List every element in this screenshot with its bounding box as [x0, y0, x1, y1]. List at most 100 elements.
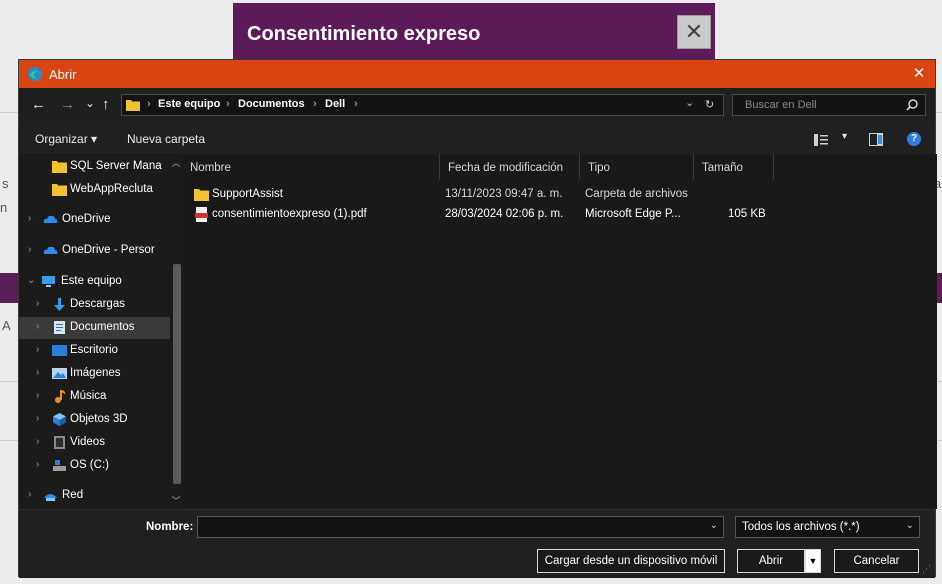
chevron-down-icon[interactable]: ⌄ [710, 520, 718, 531]
file-row-consentimiento-pdf[interactable]: consentimientoexpreso (1).pdf 28/03/2024… [182, 205, 937, 225]
3d-objects-icon [53, 413, 66, 426]
breadcrumb-separator: › [354, 98, 358, 110]
nav-item-label: Objetos 3D [70, 413, 128, 425]
expand-chevron-icon[interactable]: › [36, 436, 39, 447]
column-header-size[interactable]: Tamaño [694, 154, 774, 180]
search-icon[interactable] [905, 98, 919, 112]
computer-icon [42, 276, 55, 287]
breadcrumb-este-equipo[interactable]: Este equipo [158, 98, 220, 110]
file-type-filter[interactable]: Todos los archivos (*.*) ⌄ [735, 516, 920, 538]
dialog-titlebar[interactable]: Abrir ✕ [19, 60, 935, 88]
folder-icon [194, 189, 209, 201]
nav-item-label: Videos [70, 436, 105, 448]
close-icon: ✕ [684, 19, 704, 44]
forward-arrow-icon[interactable]: → [60, 97, 75, 113]
resize-grip-icon[interactable]: ⋰ [922, 564, 931, 575]
nav-item-escritorio[interactable]: › Escritorio [19, 340, 170, 362]
expand-chevron-icon[interactable]: › [28, 489, 31, 500]
scroll-down-icon[interactable]: ﹀ [170, 494, 182, 507]
file-size: 105 KB [728, 208, 766, 220]
scrollbar-thumb[interactable] [173, 264, 181, 484]
recent-locations-chevron-icon[interactable]: ⌄ [85, 95, 95, 111]
load-from-mobile-button[interactable]: Cargar desde un dispositivo móvil [537, 549, 725, 573]
expand-chevron-icon[interactable]: › [36, 298, 39, 309]
organize-menu-button[interactable]: Organizar ▾ [35, 132, 97, 146]
navigation-pane: SQL Server Mana WebAppRecluta › OneDrive… [19, 154, 170, 509]
new-folder-button[interactable]: Nueva carpeta [127, 132, 205, 146]
nav-item-label: Documentos [70, 321, 135, 333]
file-modified: 28/03/2024 02:06 p. m. [445, 208, 564, 220]
consent-header: Consentimiento expreso ✕ [233, 3, 715, 61]
filename-input[interactable]: ⌄ [197, 516, 724, 538]
pictures-icon [52, 368, 67, 379]
nav-item-label: WebAppRecluta [70, 183, 153, 195]
expand-chevron-icon[interactable]: › [36, 367, 39, 378]
nav-item-webapprecluta[interactable]: WebAppRecluta [19, 179, 170, 201]
nav-item-sql-server[interactable]: SQL Server Mana [19, 156, 170, 178]
collapse-chevron-icon[interactable]: ⌄ [27, 275, 35, 286]
filter-value: Todos los archivos (*.*) [742, 521, 860, 533]
nav-item-label: Este equipo [61, 275, 122, 287]
expand-chevron-icon[interactable]: › [36, 390, 39, 401]
network-icon [44, 494, 57, 501]
chevron-down-icon[interactable]: ⌄ [906, 520, 914, 531]
breadcrumb-separator: › [313, 98, 317, 110]
nav-item-label: Música [70, 390, 107, 402]
expand-chevron-icon[interactable]: › [36, 344, 39, 355]
consent-close-button[interactable]: ✕ [677, 15, 711, 49]
folder-icon [52, 161, 67, 173]
expand-chevron-icon[interactable]: › [36, 459, 39, 470]
expand-chevron-icon[interactable]: › [36, 321, 39, 332]
address-bar[interactable]: › Este equipo › Documentos › Dell › ⌄ ↻ [121, 94, 724, 116]
nav-item-objetos-3d[interactable]: › Objetos 3D [19, 409, 170, 431]
nav-item-imagenes[interactable]: › Imágenes [19, 363, 170, 385]
navigation-scrollbar[interactable]: ︿ ﹀ [170, 154, 182, 509]
help-icon[interactable]: ? [907, 132, 921, 146]
column-header-type[interactable]: Tipo [580, 154, 694, 180]
nav-item-documentos[interactable]: › Documentos [19, 317, 170, 339]
file-type: Microsoft Edge P... [585, 208, 681, 220]
nav-item-musica[interactable]: › Música [19, 386, 170, 408]
nav-item-red[interactable]: › Red [19, 485, 170, 507]
address-dropdown-icon[interactable]: ⌄ [685, 96, 694, 109]
back-arrow-icon[interactable]: ← [31, 97, 46, 113]
open-button[interactable]: Abrir [737, 549, 805, 573]
preview-pane-icon[interactable] [869, 133, 883, 146]
nav-item-descargas[interactable]: › Descargas [19, 294, 170, 316]
file-row-supportassist[interactable]: SupportAssist 13/11/2023 09:47 a. m. Car… [182, 185, 937, 205]
open-options-chevron-icon[interactable]: ▼ [805, 549, 821, 573]
file-name: consentimientoexpreso (1).pdf [212, 208, 367, 220]
nav-item-label: Descargas [70, 298, 125, 310]
search-box[interactable]: Buscar en Dell [732, 94, 926, 116]
cancel-button[interactable]: Cancelar [834, 549, 919, 573]
view-menu-chevron-icon[interactable]: ▾ [842, 131, 847, 142]
folder-icon [52, 184, 67, 196]
expand-chevron-icon[interactable]: › [28, 244, 31, 255]
breadcrumb-dell[interactable]: Dell [325, 98, 345, 110]
expand-chevron-icon[interactable]: › [36, 413, 39, 424]
nav-item-videos[interactable]: › Videos [19, 432, 170, 454]
file-modified: 13/11/2023 09:47 a. m. [445, 188, 563, 200]
dialog-footer: Nombre: ⌄ Todos los archivos (*.*) ⌄ Car… [19, 509, 935, 578]
drive-icon [53, 460, 66, 471]
nav-item-este-equipo[interactable]: ⌄ Este equipo [19, 271, 170, 293]
column-header-modified[interactable]: Fecha de modificación [440, 154, 580, 180]
consent-title: Consentimiento expreso [247, 23, 481, 45]
open-file-dialog: Abrir ✕ ← → ⌄ ↑ › Este equipo › Document… [18, 59, 937, 578]
nav-item-onedrive[interactable]: › OneDrive [19, 209, 170, 231]
background-text-fragment: s [2, 176, 9, 191]
view-options-icon[interactable] [814, 134, 828, 146]
up-arrow-icon[interactable]: ↑ [102, 97, 110, 113]
column-header-name[interactable]: Nombre [182, 154, 440, 180]
nav-item-label: SQL Server Mana [70, 160, 162, 172]
dialog-toolbar: Organizar ▾ Nueva carpeta ▾ ? [19, 124, 935, 154]
dialog-close-button[interactable]: ✕ [909, 64, 929, 84]
cloud-icon [43, 215, 58, 223]
nav-item-os-c[interactable]: › OS (C:) [19, 455, 170, 477]
refresh-icon[interactable]: ↻ [705, 98, 714, 111]
video-icon [54, 436, 65, 449]
scroll-up-icon[interactable]: ︿ [170, 156, 182, 169]
nav-item-onedrive-personal[interactable]: › OneDrive - Persor [19, 240, 170, 262]
breadcrumb-documentos[interactable]: Documentos [238, 98, 305, 110]
expand-chevron-icon[interactable]: › [28, 213, 31, 224]
